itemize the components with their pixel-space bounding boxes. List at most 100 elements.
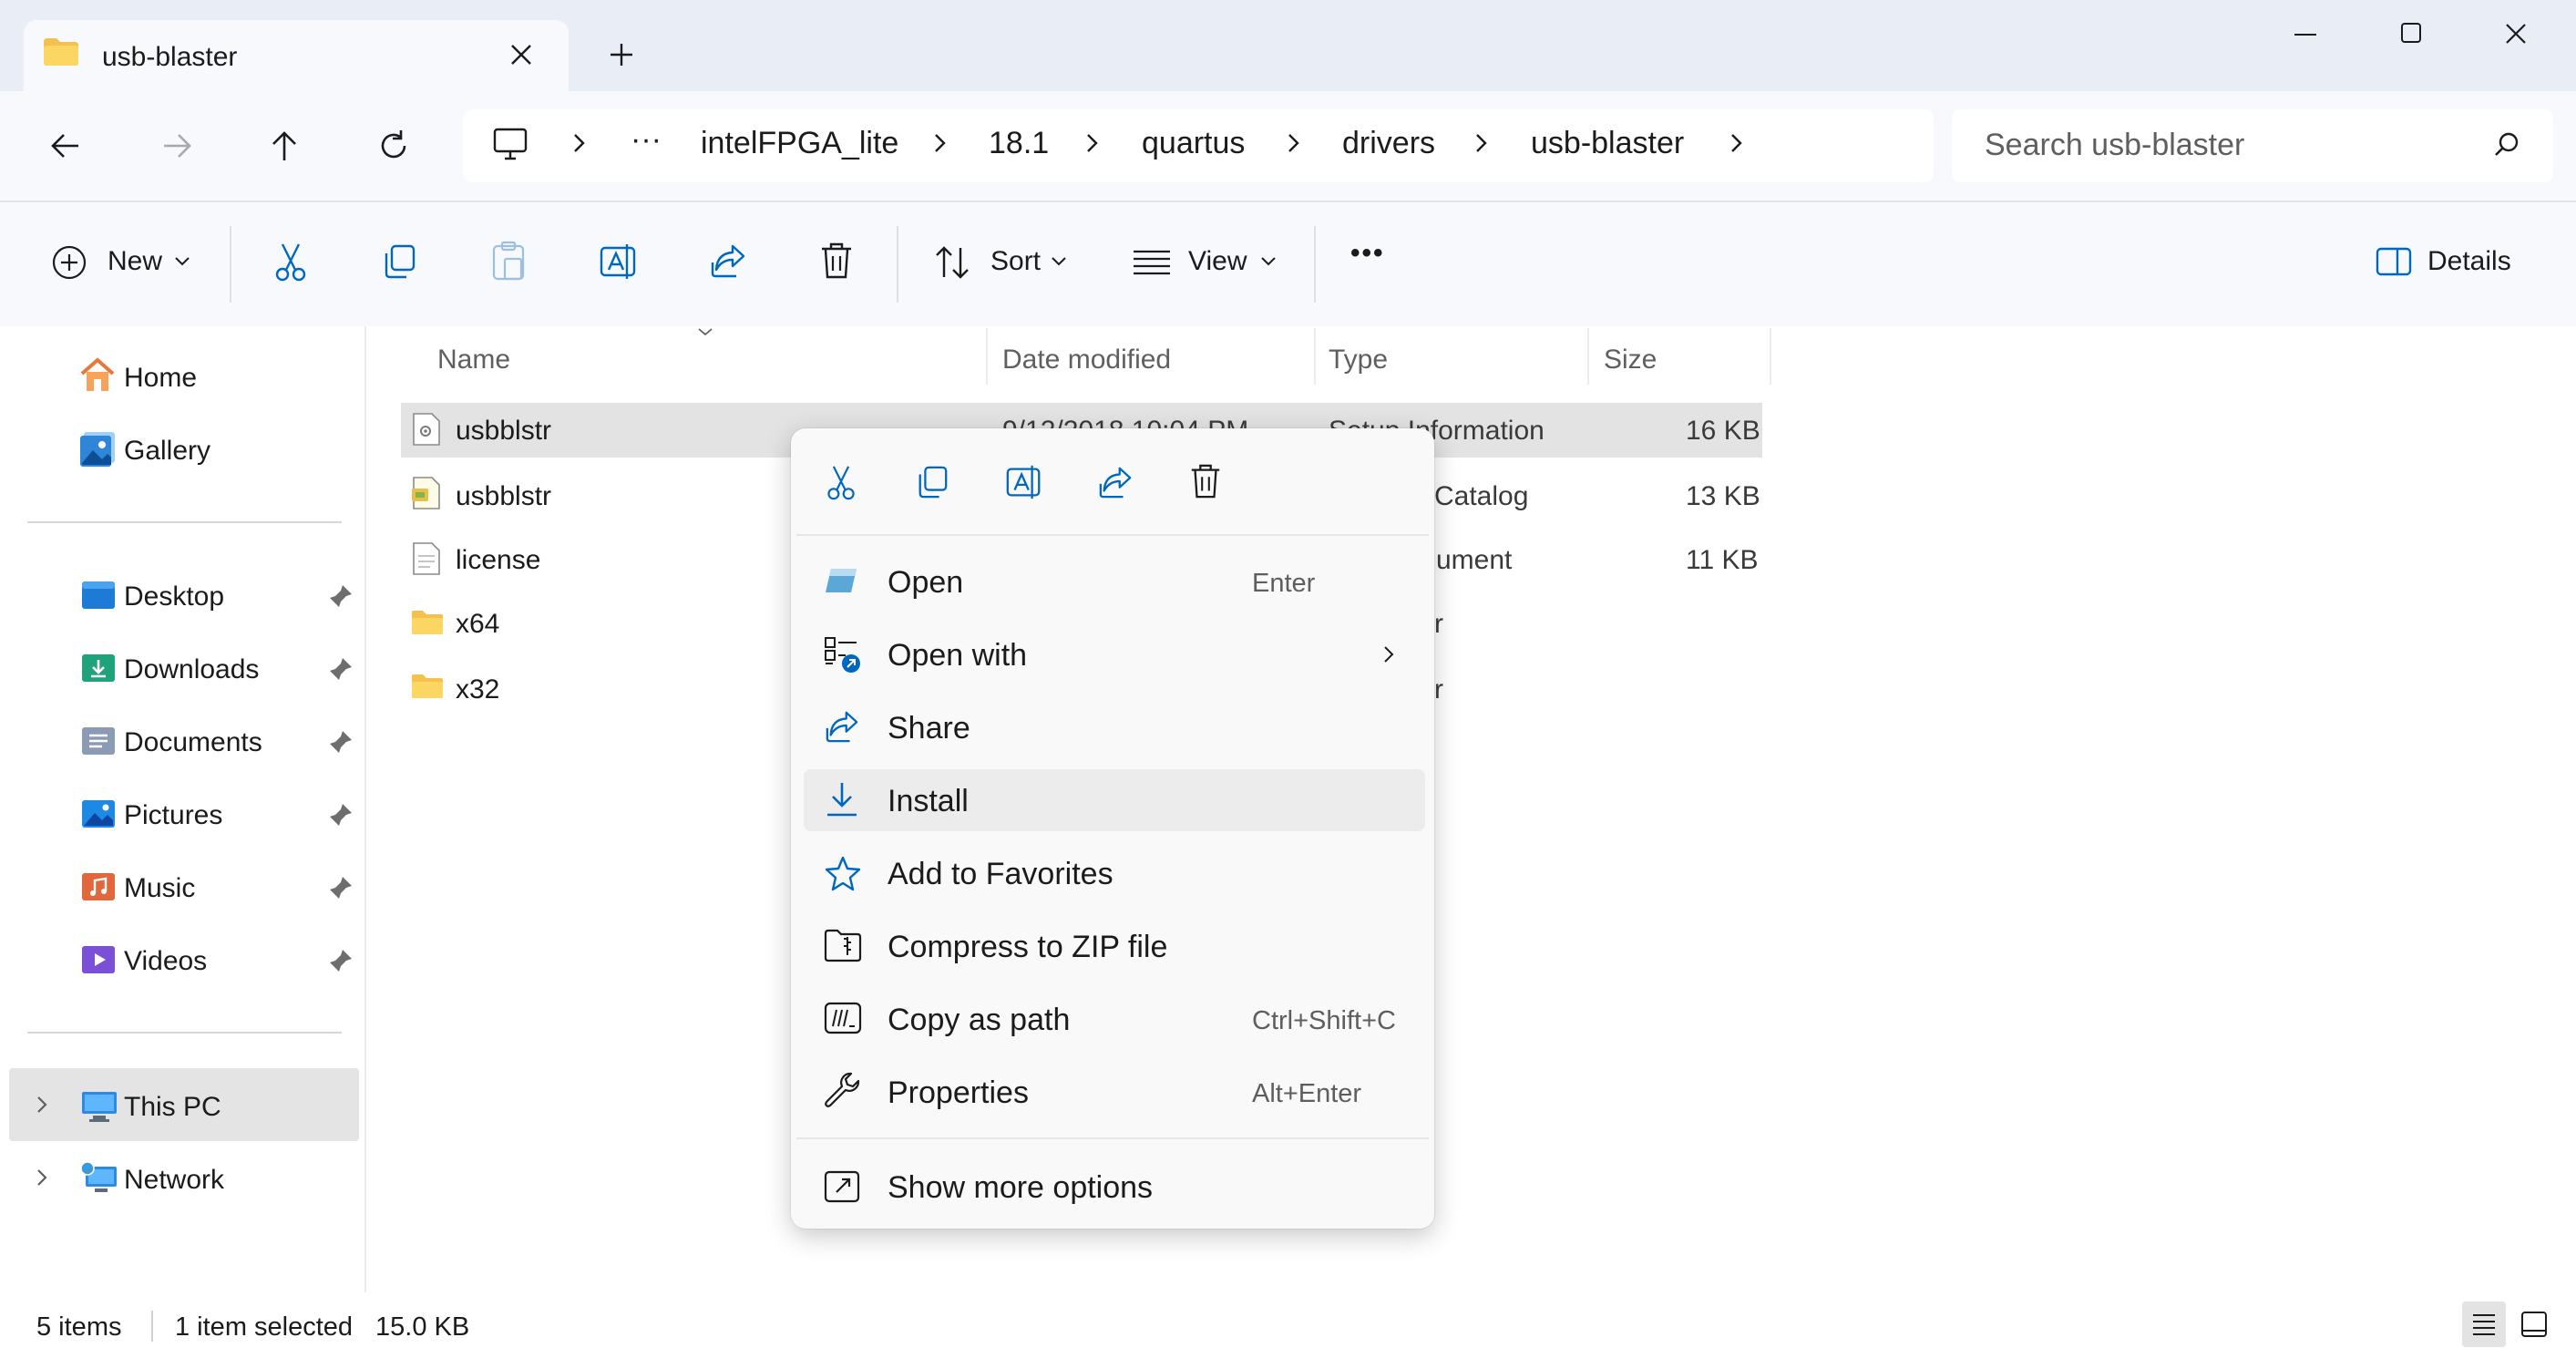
expand-chevron-icon[interactable] bbox=[35, 1167, 49, 1188]
file-type: Catalog bbox=[1434, 481, 1529, 511]
home-icon bbox=[78, 357, 117, 394]
file-name[interactable]: x64 bbox=[456, 609, 499, 640]
up-arrow-icon[interactable] bbox=[266, 128, 303, 164]
details-button[interactable]: Details bbox=[2427, 246, 2511, 277]
column-separator[interactable] bbox=[1314, 328, 1316, 385]
maximize-icon[interactable] bbox=[2400, 22, 2422, 44]
refresh-icon[interactable] bbox=[375, 128, 412, 164]
chevron-down-icon[interactable] bbox=[1050, 255, 1068, 268]
file-name[interactable]: license bbox=[456, 545, 540, 576]
minimize-icon[interactable] bbox=[2293, 31, 2318, 38]
column-header-date[interactable]: Date modified bbox=[1002, 345, 1171, 376]
pin-icon[interactable] bbox=[328, 875, 354, 900]
menu-share-icon[interactable] bbox=[1097, 465, 1134, 499]
sidebar-item-home[interactable]: Home bbox=[124, 363, 197, 394]
sidebar-item-desktop[interactable]: Desktop bbox=[124, 581, 224, 612]
copy-icon[interactable] bbox=[381, 242, 417, 281]
breadcrumb-item-usb-blaster[interactable]: usb-blaster bbox=[1531, 126, 1684, 161]
pin-icon[interactable] bbox=[328, 583, 354, 609]
this-pc-monitor-icon[interactable] bbox=[492, 126, 529, 162]
menu-item-open[interactable]: Open bbox=[888, 565, 963, 601]
chevron-down-icon[interactable] bbox=[173, 255, 191, 268]
menu-item-open-with[interactable]: Open with bbox=[888, 638, 1027, 674]
sort-button[interactable]: Sort bbox=[990, 246, 1041, 277]
breadcrumb-separator-icon[interactable] bbox=[1473, 129, 1491, 157]
menu-accel-copy-as-path: Ctrl+Shift+C bbox=[1252, 1006, 1396, 1035]
cut-icon[interactable] bbox=[272, 242, 310, 283]
breadcrumb-separator-icon[interactable] bbox=[570, 129, 589, 157]
details-pane-icon[interactable] bbox=[2375, 246, 2413, 277]
expand-chevron-icon[interactable] bbox=[35, 1094, 49, 1116]
large-icons-view-icon[interactable] bbox=[2520, 1311, 2548, 1338]
documents-folder-icon bbox=[80, 725, 117, 756]
menu-item-install[interactable]: Install bbox=[888, 784, 969, 819]
more-options-button[interactable]: ••• bbox=[1350, 238, 1385, 269]
breadcrumb-item-drivers[interactable]: drivers bbox=[1342, 126, 1435, 161]
close-tab-icon[interactable] bbox=[508, 42, 534, 67]
breadcrumb-separator-icon[interactable] bbox=[931, 129, 949, 157]
menu-item-copy-as-path[interactable]: Copy as path bbox=[888, 1003, 1070, 1038]
delete-icon[interactable] bbox=[818, 241, 855, 281]
menu-accel-open: Enter bbox=[1252, 569, 1316, 598]
install-download-icon bbox=[824, 780, 860, 818]
status-item-count: 5 items bbox=[36, 1312, 122, 1342]
breadcrumb-item-quartus[interactable]: quartus bbox=[1142, 126, 1245, 161]
breadcrumb-separator-icon[interactable] bbox=[1083, 129, 1102, 157]
share-icon[interactable] bbox=[709, 242, 747, 279]
breadcrumb-separator-icon[interactable] bbox=[1285, 129, 1303, 157]
menu-cut-icon[interactable] bbox=[824, 463, 858, 503]
menu-accel-properties: Alt+Enter bbox=[1252, 1079, 1362, 1108]
file-type: ument bbox=[1436, 545, 1513, 575]
pin-icon[interactable] bbox=[328, 948, 354, 973]
sort-icon[interactable] bbox=[933, 244, 971, 281]
menu-rename-icon[interactable] bbox=[1004, 461, 1044, 503]
file-name[interactable]: usbblstr bbox=[456, 416, 551, 447]
view-icon[interactable] bbox=[1132, 248, 1172, 277]
paste-icon[interactable] bbox=[490, 241, 527, 283]
column-separator[interactable] bbox=[1770, 328, 1771, 385]
menu-item-add-favorites[interactable]: Add to Favorites bbox=[888, 857, 1114, 892]
back-arrow-icon[interactable] bbox=[47, 128, 84, 164]
search-input[interactable]: Search usb-blaster bbox=[1985, 128, 2244, 163]
pin-icon[interactable] bbox=[328, 656, 354, 682]
column-header-size[interactable]: Size bbox=[1604, 345, 1657, 376]
breadcrumb-item-18-1[interactable]: 18.1 bbox=[989, 126, 1049, 161]
menu-item-properties[interactable]: Properties bbox=[888, 1075, 1029, 1111]
menu-item-show-more-options[interactable]: Show more options bbox=[888, 1170, 1153, 1206]
pin-icon[interactable] bbox=[328, 729, 354, 755]
breadcrumb-overflow[interactable]: ··· bbox=[631, 122, 662, 158]
forward-arrow-icon[interactable] bbox=[159, 128, 195, 164]
column-separator[interactable] bbox=[986, 328, 988, 385]
sidebar-item-documents[interactable]: Documents bbox=[124, 727, 262, 758]
sidebar-item-network[interactable]: Network bbox=[124, 1165, 224, 1196]
rename-icon[interactable] bbox=[598, 241, 640, 283]
column-header-type[interactable]: Type bbox=[1329, 345, 1388, 376]
sidebar-divider bbox=[27, 521, 342, 523]
sidebar-item-this-pc[interactable]: This PC bbox=[124, 1092, 221, 1123]
column-header-name[interactable]: Name bbox=[437, 345, 510, 376]
details-view-icon[interactable] bbox=[2471, 1312, 2497, 1336]
menu-copy-icon[interactable] bbox=[915, 463, 949, 501]
menu-delete-icon[interactable] bbox=[1188, 461, 1223, 501]
search-icon[interactable] bbox=[2493, 131, 2520, 159]
view-button[interactable]: View bbox=[1188, 246, 1247, 277]
new-button[interactable]: New bbox=[108, 246, 162, 277]
new-tab-icon[interactable] bbox=[609, 42, 634, 67]
close-window-icon[interactable] bbox=[2504, 22, 2528, 46]
menu-item-compress-zip[interactable]: Compress to ZIP file bbox=[888, 930, 1167, 965]
sidebar-item-music[interactable]: Music bbox=[124, 873, 195, 904]
sidebar-item-downloads[interactable]: Downloads bbox=[124, 654, 259, 685]
file-name[interactable]: x32 bbox=[456, 674, 499, 705]
chevron-down-icon[interactable] bbox=[1259, 255, 1278, 268]
sidebar-item-gallery[interactable]: Gallery bbox=[124, 436, 210, 467]
breadcrumb-separator-icon[interactable] bbox=[1728, 129, 1746, 157]
sidebar-item-videos[interactable]: Videos bbox=[124, 946, 207, 977]
breadcrumb-item-intelfpga[interactable]: intelFPGA_lite bbox=[701, 126, 898, 161]
file-size: 16 KB bbox=[1686, 416, 1760, 446]
sidebar-item-pictures[interactable]: Pictures bbox=[124, 800, 222, 831]
menu-item-share[interactable]: Share bbox=[888, 711, 970, 746]
file-name[interactable]: usbblstr bbox=[456, 481, 551, 512]
column-separator[interactable] bbox=[1587, 328, 1589, 385]
new-plus-icon[interactable] bbox=[51, 244, 87, 281]
pin-icon[interactable] bbox=[328, 802, 354, 828]
